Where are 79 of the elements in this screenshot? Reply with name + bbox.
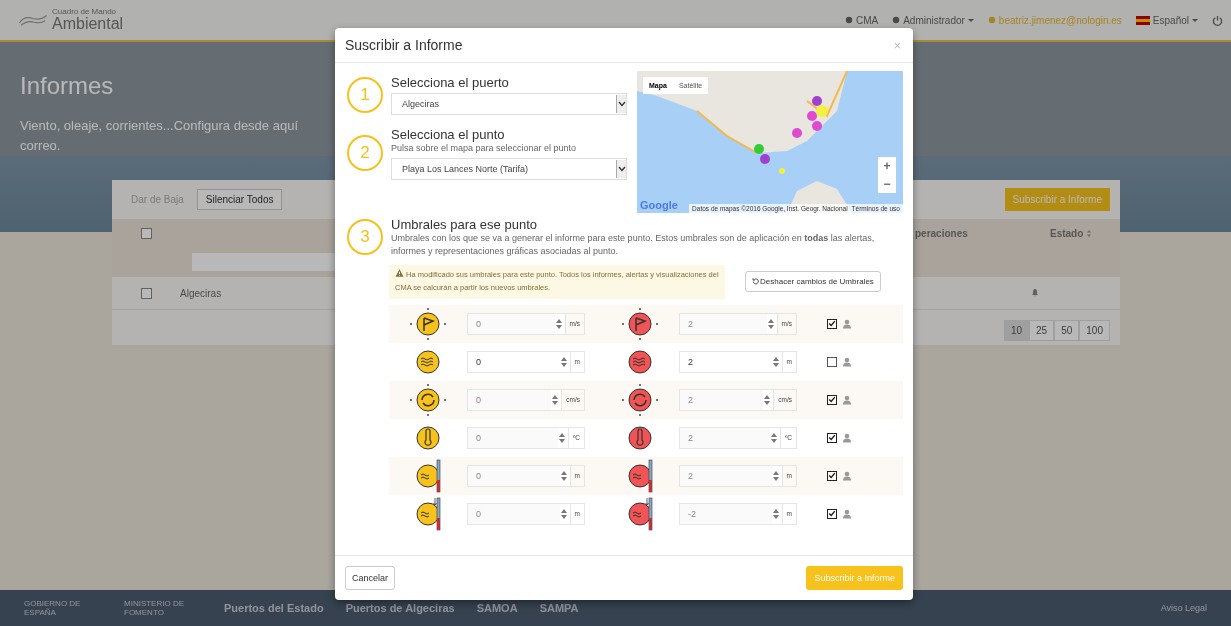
- spinner-arrows-icon[interactable]: [554, 317, 563, 330]
- page-size-button[interactable]: 25: [1029, 320, 1055, 341]
- footer-logo-text: SAMOA: [476, 602, 518, 614]
- table-cell: Algeciras: [180, 287, 222, 299]
- spin-button[interactable]: [559, 502, 570, 525]
- logo-subtitle: Cuadro de Mando: [52, 8, 118, 16]
- spin-button[interactable]: [771, 502, 782, 525]
- spin-button[interactable]: [551, 388, 562, 411]
- spinner-arrows-icon[interactable]: [763, 393, 772, 406]
- map-provider-logo: Google: [640, 199, 678, 211]
- flag-icon: [1135, 15, 1150, 25]
- spinner-arrows-icon[interactable]: [559, 469, 568, 482]
- footer-logo-text: SAMPA: [539, 602, 579, 614]
- spinner-arrows-icon[interactable]: [769, 431, 778, 444]
- person-icon: [842, 394, 852, 405]
- spin-button[interactable]: [559, 350, 570, 373]
- modal-title: Suscribir a Informe: [345, 37, 463, 53]
- person-icon: [842, 470, 852, 481]
- spinner-arrows-icon[interactable]: [771, 507, 780, 520]
- spinner-arrows-icon[interactable]: [559, 355, 568, 368]
- checkbox[interactable]: [827, 356, 837, 367]
- nav-link[interactable]: CMA: [844, 14, 879, 26]
- cancel-button[interactable]: Cancelar: [345, 566, 396, 590]
- person-icon: [842, 508, 852, 519]
- undo-icon: [752, 278, 759, 286]
- caret-icon: [617, 165, 626, 172]
- step-title: Selecciona el puerto: [391, 75, 510, 90]
- footer-logo-text: GOBIERNO DE ESPAÑA: [24, 599, 82, 617]
- spinner-arrows-icon[interactable]: [771, 469, 780, 482]
- number-field[interactable]: 2: [679, 350, 772, 373]
- person-icon: [842, 318, 852, 329]
- bell-icon[interactable]: [1030, 287, 1040, 297]
- waves-logo-icon: [18, 12, 48, 28]
- page-size-button[interactable]: 50: [1054, 320, 1080, 341]
- caret-icon: [617, 101, 626, 107]
- step-number: 2: [347, 135, 383, 172]
- spinner-arrows-icon[interactable]: [551, 393, 560, 406]
- page-size-button[interactable]: 10: [1003, 320, 1030, 341]
- spinner-arrows-icon[interactable]: [771, 355, 780, 368]
- spin-button[interactable]: [769, 426, 780, 449]
- step-hint: Pulsa sobre el mapa para seleccionar el punto: [391, 142, 578, 155]
- spinner-arrows-icon[interactable]: [766, 317, 775, 330]
- undo-button[interactable]: Deshacer cambios de Umbrales: [745, 271, 881, 293]
- dropdown[interactable]: Algeciras: [391, 93, 627, 115]
- column-header[interactable]: Estado: [1050, 227, 1084, 239]
- dropdown[interactable]: Playa Los Lances Norte (Tarifa): [391, 157, 627, 180]
- step-number: 3: [347, 219, 383, 256]
- spinner-arrows-icon[interactable]: [559, 507, 568, 520]
- logo-title: Ambiental: [52, 16, 124, 32]
- footer-logo-text: Puertos de Algeciras: [345, 602, 455, 614]
- footer-logo-text: MINISTERIO DE FOMENTO: [124, 599, 185, 617]
- person-icon: [842, 356, 852, 367]
- spin-button[interactable]: [557, 426, 568, 449]
- spin-button[interactable]: [559, 464, 570, 487]
- spin-button[interactable]: [763, 388, 774, 411]
- spinner-arrows-icon[interactable]: [557, 431, 566, 444]
- spin-button[interactable]: [771, 350, 782, 373]
- spin-button[interactable]: [771, 464, 782, 487]
- page-title: Informes: [20, 72, 114, 100]
- checkbox[interactable]: [140, 227, 152, 239]
- step-description: Umbrales con los que se va a generar el informe para este punto. Estos umbrales son de aplicación en todas las alertas, informes y representaciones gráficas asociadas al punto.: [391, 232, 876, 258]
- nav-link[interactable]: Español: [1135, 14, 1198, 26]
- power-icon[interactable]: [1212, 14, 1223, 26]
- step-title: Umbrales para ese punto: [391, 217, 538, 232]
- column-header[interactable]: peraciones: [915, 227, 968, 239]
- footer-logo-text: Puertos del Estado: [224, 602, 324, 614]
- page-size-button[interactable]: 100: [1079, 320, 1110, 341]
- legal-link[interactable]: Aviso Legal: [1160, 603, 1207, 613]
- page-description: Viento, oleaje, corrientes...Configura desde aquí correo.: [20, 117, 298, 155]
- nav-link[interactable]: Administrador: [892, 14, 974, 26]
- step-title: Selecciona el punto: [391, 127, 506, 142]
- step-number: 1: [347, 77, 383, 113]
- person-icon: [842, 432, 852, 443]
- spin-button[interactable]: [766, 312, 777, 335]
- spin-button[interactable]: [554, 312, 565, 335]
- number-field[interactable]: 0: [467, 350, 560, 373]
- checkbox[interactable]: [140, 287, 152, 299]
- silence-all-button[interactable]: Silenciar Todos: [196, 189, 283, 210]
- warning-icon: [395, 269, 404, 278]
